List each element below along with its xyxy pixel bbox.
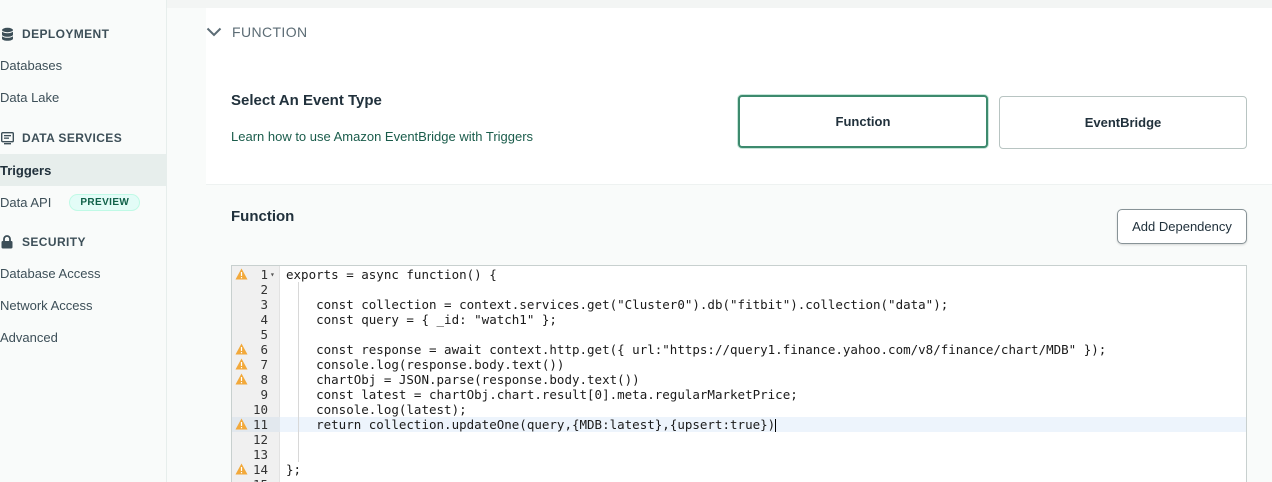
warning-icon[interactable] [235,373,248,385]
section-title: SECURITY [22,235,86,249]
sidebar-item-label: Advanced [0,329,58,345]
code-text: const query = { _id: "watch1" }; [286,312,557,327]
fold-toggle-icon[interactable]: ▾ [270,267,275,282]
preview-badge: PREVIEW [69,193,141,211]
code-text: const latest = chartObj.chart.result[0].… [286,387,798,402]
line-number: 3 [260,297,268,312]
code-line[interactable]: 8 chartObj = JSON.parse(response.body.te… [232,372,1246,387]
indent-guide [298,282,299,462]
code-text: return collection.updateOne(query,{MDB:l… [286,417,777,432]
code-line[interactable]: 1 ▾ exports = async function() { [232,267,1246,282]
code-line[interactable]: 3 const collection = context.services.ge… [232,297,1246,312]
warning-icon[interactable] [235,418,248,430]
code-line[interactable]: 6 const response = await context.http.ge… [232,342,1246,357]
line-number: 2 [260,282,268,297]
warning-icon[interactable] [235,463,248,475]
sidebar-item-triggers[interactable]: Triggers [0,154,166,186]
code-text: const response = await context.http.get(… [286,342,1107,357]
sidebar-item-database-access[interactable]: Database Access [0,257,166,289]
code-line[interactable]: 5 [232,327,1246,342]
line-number: 15 [232,477,280,482]
event-type-eventbridge-button[interactable]: EventBridge [999,96,1247,149]
code-text: }; [286,462,302,477]
code-line[interactable]: 13 [232,447,1246,462]
sidebar-item-label: Data API [0,194,52,210]
event-type-function-button[interactable]: Function [738,95,988,148]
services-icon [0,131,14,145]
code-text: console.log(latest); [286,402,467,417]
sidebar: DEPLOYMENT Databases Data Lake DATA SERV… [0,0,167,482]
line-number: 5 [260,327,268,342]
code-text: chartObj = JSON.parse(response.body.text… [286,372,640,387]
sidebar-item-label: Data Lake [0,89,60,105]
line-number: 10 [252,402,268,417]
function-title: Function [231,208,295,225]
section-title: DEPLOYMENT [22,27,110,41]
section-header-label: FUNCTION [232,24,308,40]
lock-icon [0,235,14,249]
warning-icon[interactable] [235,358,248,370]
main-gutter [167,8,206,482]
code-text: exports = async function() { [286,267,497,282]
sidebar-item-label: Network Access [0,297,93,313]
line-number: 9 [260,387,268,402]
code-line[interactable]: 4 const query = { _id: "watch1" }; [232,312,1246,327]
eventbridge-help-link[interactable]: Learn how to use Amazon EventBridge with… [231,129,533,144]
code-line[interactable]: 7 console.log(response.body.text()) [232,357,1246,372]
sidebar-item-data-api[interactable]: Data API PREVIEW [0,186,166,218]
code-line[interactable]: 14}; [232,462,1246,477]
text-cursor [775,419,777,432]
code-editor[interactable]: 1 ▾ exports = async function() {2 3 const c… [231,265,1247,482]
code-text: const collection = context.services.get(… [286,297,949,312]
sidebar-item-databases[interactable]: Databases [0,49,166,81]
section-security: SECURITY [0,232,86,252]
section-title: DATA SERVICES [22,131,123,145]
sidebar-item-network-access[interactable]: Network Access [0,289,166,321]
database-icon [0,27,14,41]
code-line[interactable]: 15 [232,477,1246,482]
section-deployment: DEPLOYMENT [0,24,109,44]
add-dependency-button[interactable]: Add Dependency [1117,209,1247,244]
chevron-down-icon [206,24,222,40]
function-section-toggle[interactable]: FUNCTION [206,22,308,42]
warning-icon[interactable] [235,343,248,355]
line-number: 12 [252,432,268,447]
code-line[interactable]: 11 return collection.updateOne(query,{MD… [232,417,1246,432]
sidebar-item-data-lake[interactable]: Data Lake [0,81,166,113]
event-type-title: Select An Event Type [231,92,382,109]
sidebar-item-label: Databases [0,57,63,73]
sidebar-item-advanced[interactable]: Advanced [0,321,166,353]
top-strip [167,0,1272,8]
sidebar-item-label: Database Access [0,265,101,281]
code-line[interactable]: 2 [232,282,1246,297]
code-line[interactable]: 10 console.log(latest); [232,402,1246,417]
code-line[interactable]: 12 [232,432,1246,447]
code-text: console.log(response.body.text()) [286,357,565,372]
section-data-services: DATA SERVICES [0,128,122,148]
sidebar-item-label: Triggers [0,162,52,178]
line-number: 4 [260,312,268,327]
line-number: 13 [252,447,268,462]
warning-icon[interactable] [235,268,248,280]
code-line[interactable]: 9 const latest = chartObj.chart.result[0… [232,387,1246,402]
